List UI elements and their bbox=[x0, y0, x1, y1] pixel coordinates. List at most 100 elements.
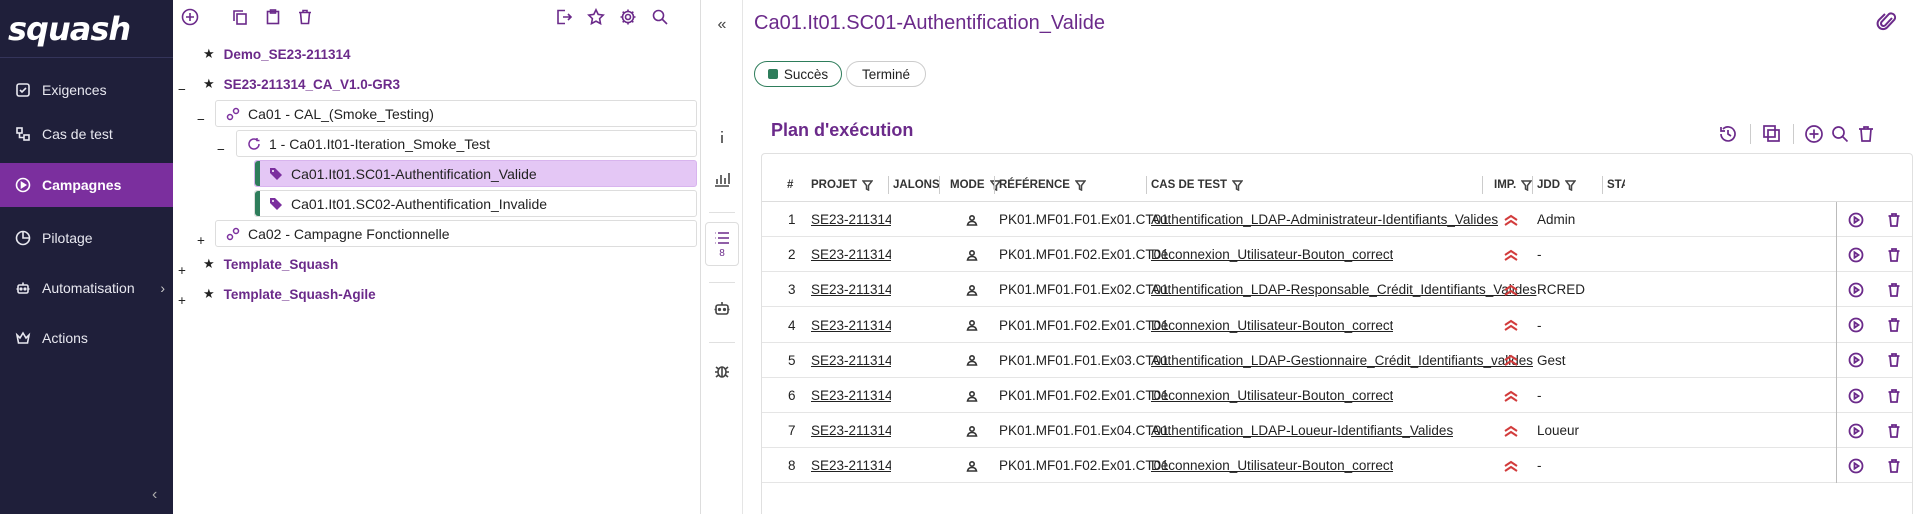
column-header-jdd[interactable]: JDD bbox=[1537, 168, 1577, 202]
nav-label: Cas de test bbox=[42, 126, 113, 142]
tree-node-campaign[interactable]: Ca02 - Campagne Fonctionnelle bbox=[215, 220, 697, 247]
history-icon[interactable] bbox=[1717, 123, 1739, 145]
remove-row-icon[interactable] bbox=[1886, 308, 1902, 343]
run-test-icon[interactable] bbox=[1848, 308, 1864, 343]
expand-toggle-icon[interactable]: + bbox=[178, 287, 186, 313]
remove-row-icon[interactable] bbox=[1886, 448, 1902, 483]
cell-test-case-link[interactable]: Déconnexion_Utilisateur-Bouton_correct bbox=[1151, 237, 1393, 272]
settings-icon[interactable] bbox=[618, 7, 638, 27]
nav-item-exigences[interactable]: Exigences bbox=[0, 68, 173, 112]
mass-edit-icon[interactable] bbox=[1761, 123, 1783, 145]
collapse-toggle-icon[interactable]: − bbox=[178, 76, 186, 102]
nav-item-pilotage[interactable]: Pilotage bbox=[0, 216, 173, 260]
cell-projet-link[interactable]: SE23-211314_ bbox=[811, 413, 891, 448]
table-row[interactable]: 5 SE23-211314_ PK01.MF01.F01.Ex03.CT01Auth… bbox=[762, 343, 1912, 378]
run-test-icon[interactable] bbox=[1848, 343, 1864, 378]
column-header-reference[interactable]: RÉFÉRENCE bbox=[999, 168, 1087, 202]
automation-robot-icon[interactable] bbox=[705, 288, 739, 328]
cell-projet-link[interactable]: SE23-211314_ bbox=[811, 237, 891, 272]
cell-projet-link[interactable]: SE23-211314_ bbox=[811, 448, 891, 483]
column-header-statut[interactable]: STA bbox=[1607, 168, 1625, 202]
run-test-icon[interactable] bbox=[1848, 378, 1864, 413]
tree-node-project[interactable]: ★ Demo_SE23-211314 bbox=[203, 41, 351, 67]
run-test-icon[interactable] bbox=[1848, 413, 1864, 448]
column-header-jalons[interactable]: JALONS bbox=[893, 168, 940, 202]
cell-test-case-link[interactable]: Déconnexion_Utilisateur-Bouton_correct bbox=[1151, 378, 1393, 413]
tree-node-project[interactable]: ★ Template_Squash bbox=[203, 251, 338, 277]
execution-plan-tab[interactable]: 8 bbox=[705, 222, 739, 266]
nav-item-automatisation[interactable]: Automatisation › bbox=[0, 266, 173, 310]
nav-item-actions[interactable]: Actions bbox=[0, 316, 173, 360]
run-test-icon[interactable] bbox=[1848, 272, 1864, 307]
table-row[interactable]: 4 SE23-211314_ PK01.MF01.F02.Ex01.CT01Déco… bbox=[762, 308, 1912, 343]
run-test-icon[interactable] bbox=[1848, 202, 1864, 237]
remove-row-icon[interactable] bbox=[1886, 378, 1902, 413]
collapse-tree-icon[interactable]: « bbox=[705, 5, 739, 45]
column-header-projet[interactable]: PROJET bbox=[811, 168, 874, 202]
filter-icon[interactable] bbox=[1231, 179, 1244, 191]
cell-test-case-link[interactable]: Déconnexion_Utilisateur-Bouton_correct bbox=[1151, 448, 1393, 483]
column-header-cas-de-test[interactable]: CAS DE TEST bbox=[1151, 168, 1244, 202]
export-icon[interactable] bbox=[554, 7, 574, 27]
state-chip[interactable]: Terminé bbox=[846, 61, 926, 87]
table-row[interactable]: 2 SE23-211314_ PK01.MF01.F02.Ex01.CT01Déco… bbox=[762, 237, 1912, 273]
bug-icon[interactable] bbox=[705, 351, 739, 391]
tree-node-project[interactable]: ★ SE23-211314_CA_V1.0-GR3 bbox=[203, 71, 400, 97]
table-row[interactable]: 7 SE23-211314_ PK01.MF01.F01.Ex04.CT01Auth… bbox=[762, 413, 1912, 449]
search-icon[interactable] bbox=[1829, 123, 1851, 145]
expand-toggle-icon[interactable]: + bbox=[197, 227, 205, 253]
delete-icon[interactable] bbox=[1855, 123, 1877, 145]
attachment-icon[interactable] bbox=[1876, 10, 1898, 37]
logo[interactable]: squash bbox=[0, 0, 173, 58]
cell-test-case-link[interactable]: Authentification_LDAP-Gestionnaire_Crédi… bbox=[1151, 343, 1533, 378]
remove-row-icon[interactable] bbox=[1886, 272, 1902, 307]
cell-test-case-link[interactable]: Authentification_LDAP-Administrateur-Ide… bbox=[1151, 202, 1498, 237]
add-test-icon[interactable] bbox=[1803, 123, 1825, 145]
cell-test-case-link[interactable]: Déconnexion_Utilisateur-Bouton_correct bbox=[1151, 308, 1393, 343]
statistics-icon[interactable] bbox=[705, 159, 739, 199]
tree-node-suite[interactable]: Ca01.It01.SC02-Authentification_Invalide bbox=[254, 190, 697, 217]
table-row[interactable]: 8 SE23-211314_ PK01.MF01.F02.Ex01.CT01Déco… bbox=[762, 448, 1912, 484]
filter-icon[interactable] bbox=[1564, 179, 1577, 191]
filter-icon[interactable] bbox=[1520, 179, 1533, 191]
filter-icon[interactable] bbox=[861, 179, 874, 191]
cell-projet-link[interactable]: SE23-211314_ bbox=[811, 202, 891, 237]
favorite-icon[interactable] bbox=[586, 7, 606, 27]
cell-projet-link[interactable]: SE23-211314_ bbox=[811, 308, 891, 343]
tree-node-iteration[interactable]: 1 - Ca01.It01-Iteration_Smoke_Test bbox=[236, 130, 697, 157]
nav-item-campagnes[interactable]: Campagnes bbox=[0, 163, 173, 207]
cell-projet-link[interactable]: SE23-211314_ bbox=[811, 343, 891, 378]
collapse-toggle-icon[interactable]: − bbox=[217, 136, 225, 162]
tree-node-suite-selected[interactable]: Ca01.It01.SC01-Authentification_Valide bbox=[254, 160, 697, 187]
column-header-importance[interactable]: IMP. bbox=[1494, 168, 1533, 202]
info-icon[interactable] bbox=[705, 117, 739, 157]
delete-icon[interactable] bbox=[295, 7, 315, 27]
cell-projet-link[interactable]: SE23-211314_ bbox=[811, 272, 891, 307]
expand-toggle-icon[interactable]: + bbox=[178, 257, 186, 283]
run-test-icon[interactable] bbox=[1848, 237, 1864, 272]
copy-icon[interactable] bbox=[230, 7, 250, 27]
status-chip[interactable]: Succès bbox=[754, 61, 842, 87]
remove-row-icon[interactable] bbox=[1886, 343, 1902, 378]
cell-test-case-link[interactable]: Authentification_LDAP-Responsable_Crédit… bbox=[1151, 272, 1537, 307]
paste-icon[interactable] bbox=[263, 7, 283, 27]
tree-node-project[interactable]: ★ Template_Squash-Agile bbox=[203, 281, 376, 307]
search-icon[interactable] bbox=[650, 7, 670, 27]
nav-item-cas-de-test[interactable]: Cas de test bbox=[0, 112, 173, 156]
table-row[interactable]: 6 SE23-211314_ PK01.MF01.F02.Ex01.CT01Déco… bbox=[762, 378, 1912, 413]
column-header-mode[interactable]: MODE bbox=[950, 168, 1002, 202]
filter-icon[interactable] bbox=[1074, 179, 1087, 191]
collapse-nav-icon[interactable]: ‹ bbox=[152, 486, 157, 504]
run-test-icon[interactable] bbox=[1848, 448, 1864, 483]
remove-row-icon[interactable] bbox=[1886, 413, 1902, 448]
tree-node-campaign[interactable]: Ca01 - CAL_(Smoke_Testing) bbox=[215, 100, 697, 127]
table-row[interactable]: 3 SE23-211314_ PK01.MF01.F01.Ex02.CT01Auth… bbox=[762, 272, 1912, 308]
cell-projet-link[interactable]: SE23-211314_ bbox=[811, 378, 891, 413]
add-icon[interactable] bbox=[180, 7, 200, 27]
collapse-toggle-icon[interactable]: − bbox=[197, 106, 205, 132]
table-row[interactable]: 1 SE23-211314_ PK01.MF01.F01.Ex01.CT01Auth… bbox=[762, 202, 1912, 237]
remove-row-icon[interactable] bbox=[1886, 202, 1902, 237]
remove-row-icon[interactable] bbox=[1886, 237, 1902, 272]
cell-test-case-link[interactable]: Authentification_LDAP-Loueur-Identifiant… bbox=[1151, 413, 1453, 448]
importance-high-icon bbox=[1503, 378, 1519, 413]
